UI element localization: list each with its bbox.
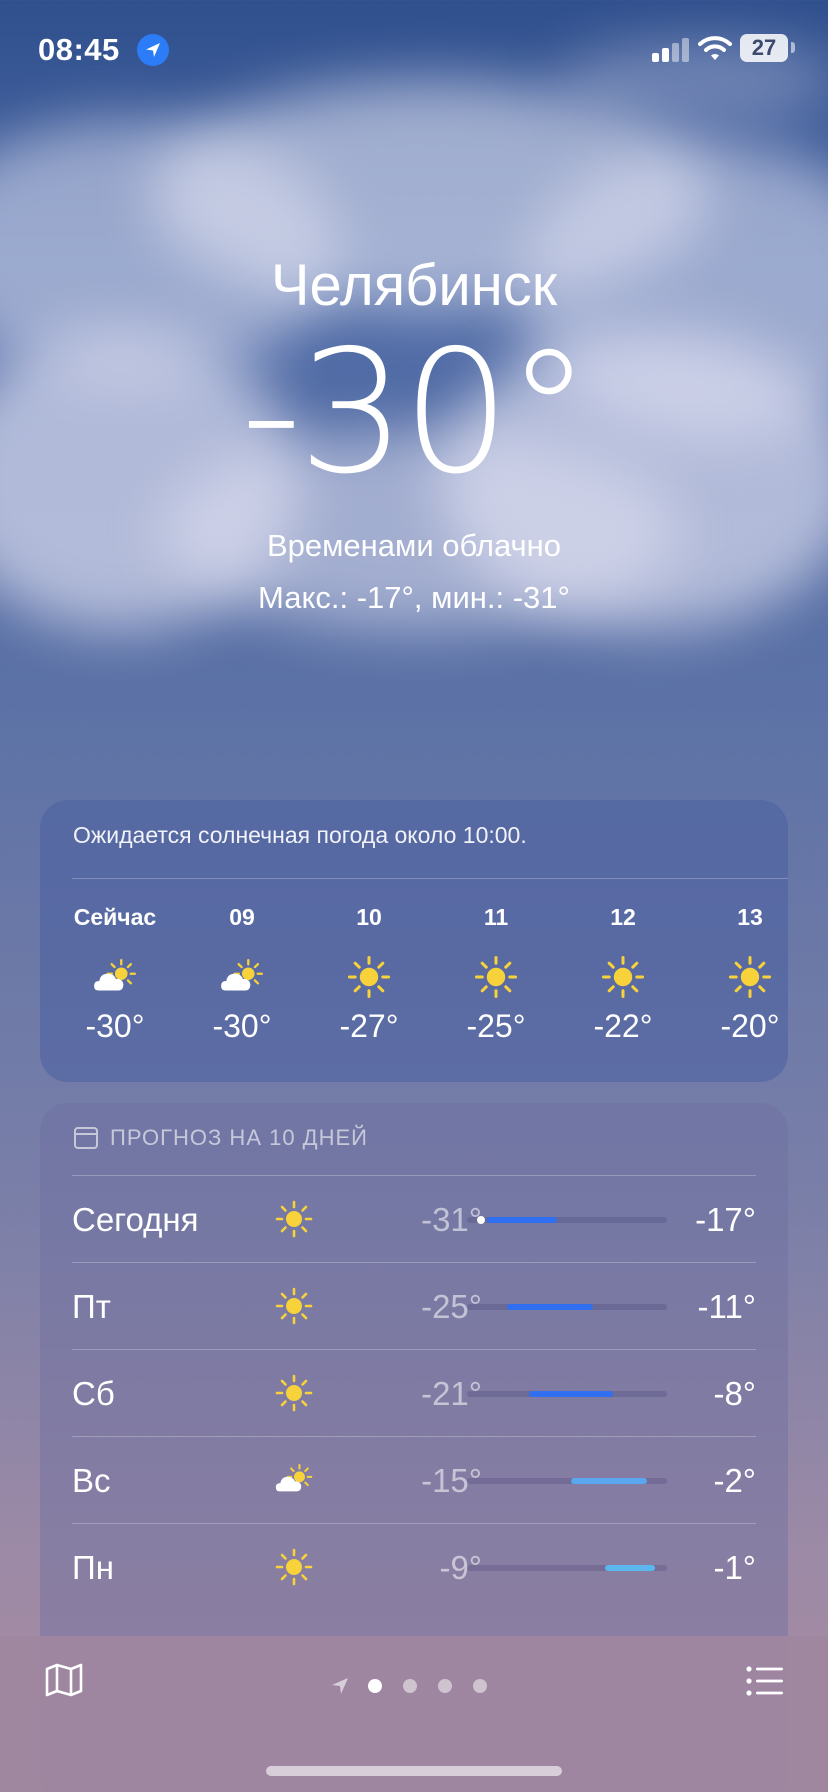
- divider: [72, 1175, 756, 1176]
- current-temp-dot: [477, 1216, 485, 1224]
- home-indicator: [266, 1766, 562, 1776]
- weather-condition: Временами облачно: [266, 528, 562, 563]
- low-temperature: -25°: [421, 1288, 482, 1325]
- hour-label: 12: [610, 904, 636, 930]
- low-temperature: -9°: [439, 1549, 482, 1586]
- current-temperature: -30°: [240, 314, 592, 512]
- hour-temperature: -25°: [466, 1008, 526, 1044]
- hour-label: Сейчас: [73, 904, 157, 930]
- day-label: Пт: [72, 1288, 111, 1325]
- temperature-range-fill: [507, 1304, 593, 1310]
- sun-icon: [563, 946, 683, 1008]
- city-name: Челябинск: [270, 253, 558, 318]
- hour-temperature: -27°: [339, 1008, 399, 1044]
- divider: [72, 878, 788, 879]
- hour-item: 11 -25°: [436, 904, 556, 1045]
- list-icon[interactable]: [746, 1666, 784, 1696]
- battery-cap: [791, 42, 795, 53]
- temperature-range-fill: [529, 1391, 613, 1397]
- low-temperature: -31°: [421, 1201, 482, 1238]
- location-arrow-icon: [137, 34, 169, 66]
- hour-label: 13: [737, 904, 763, 930]
- hour-label: 09: [229, 904, 255, 930]
- status-time: 08:45: [38, 32, 120, 67]
- daily-row[interactable]: Сегодня -31° -17°: [72, 1175, 756, 1262]
- hour-label: 11: [483, 904, 509, 930]
- day-label: Пн: [72, 1549, 114, 1586]
- hourly-forecast-card[interactable]: Ожидается солнечная погода около 10:00. …: [40, 800, 788, 1082]
- temperature-range-fill: [487, 1217, 557, 1223]
- partly-cloudy-icon: [182, 946, 302, 1008]
- hourly-summary: Ожидается солнечная погода около 10:00.: [73, 822, 527, 848]
- map-icon[interactable]: [44, 1662, 84, 1698]
- hour-temperature: -30°: [212, 1008, 272, 1044]
- wifi-icon: [698, 36, 732, 60]
- sun-icon: [309, 946, 429, 1008]
- daily-row[interactable]: Вс -15° -2°: [72, 1436, 756, 1523]
- page-indicator[interactable]: [330, 1676, 508, 1696]
- ten-day-title: ПРОГНОЗ НА 10 ДНЕЙ: [110, 1125, 368, 1150]
- divider: [72, 1349, 756, 1350]
- high-low-temperature: Макс.: -17°, мин.: -31°: [258, 580, 570, 615]
- high-temperature: -8°: [713, 1375, 756, 1412]
- hour-item: 10 -27°: [309, 904, 429, 1045]
- low-temperature: -15°: [421, 1462, 482, 1499]
- partly-cloudy-icon: [55, 946, 175, 1008]
- sun-icon: [690, 946, 810, 1008]
- daily-row[interactable]: Сб -21° -8°: [72, 1349, 756, 1436]
- status-bar: 08:45 27: [0, 0, 828, 100]
- day-label: Сегодня: [72, 1201, 199, 1238]
- daily-row[interactable]: Пт -25° -11°: [72, 1262, 756, 1349]
- page-dot-active[interactable]: [368, 1679, 382, 1693]
- high-temperature: -17°: [695, 1201, 756, 1238]
- high-temperature: -2°: [713, 1462, 756, 1499]
- cellular-signal-icon: [652, 36, 690, 62]
- page-dot[interactable]: [473, 1679, 487, 1693]
- ten-day-header: ПРОГНОЗ НА 10 ДНЕЙ: [74, 1125, 368, 1151]
- sun-icon: [436, 946, 556, 1008]
- hour-item: Сейчас -30°: [55, 904, 175, 1045]
- hour-item: 13 -20°: [690, 904, 810, 1045]
- day-label: Сб: [72, 1375, 115, 1412]
- hour-temperature: -30°: [85, 1008, 145, 1044]
- divider: [72, 1436, 756, 1437]
- divider: [72, 1523, 756, 1524]
- daily-row[interactable]: Пн -9° -1°: [72, 1523, 756, 1610]
- divider: [72, 1262, 756, 1263]
- day-label: Вс: [72, 1462, 111, 1499]
- page-dot[interactable]: [438, 1679, 452, 1693]
- calendar-icon: [74, 1127, 98, 1149]
- current-location-arrow-icon: [332, 1678, 348, 1694]
- hour-temperature: -22°: [593, 1008, 653, 1044]
- battery-icon: 27: [740, 34, 788, 62]
- hour-item: 12 -22°: [563, 904, 683, 1045]
- hour-item: 09 -30°: [182, 904, 302, 1045]
- hour-label: 10: [356, 904, 382, 930]
- high-temperature: -1°: [713, 1549, 756, 1586]
- page-dot[interactable]: [403, 1679, 417, 1693]
- low-temperature: -21°: [421, 1375, 482, 1412]
- hour-temperature: -20°: [720, 1008, 780, 1044]
- high-temperature: -11°: [697, 1288, 756, 1325]
